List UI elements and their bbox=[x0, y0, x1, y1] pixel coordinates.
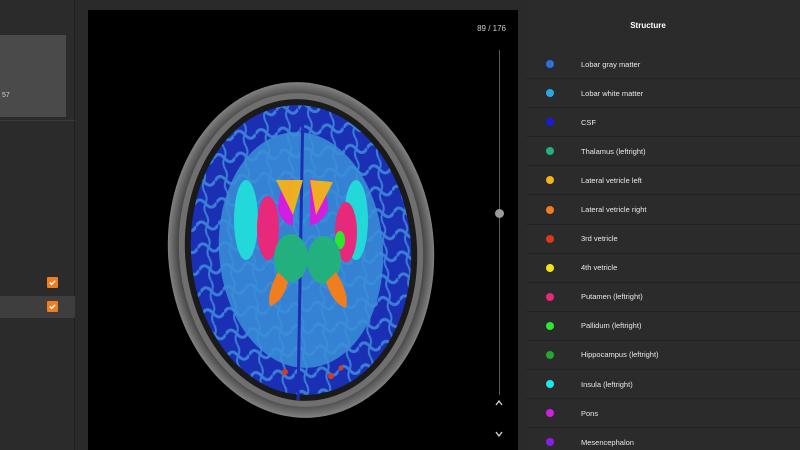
segmentation-viewer-app: 57 89 / 176 Structure Lobar gray matter … bbox=[0, 0, 800, 450]
structure-label: Thalamus (leftright) bbox=[581, 146, 646, 156]
study-card[interactable] bbox=[0, 35, 66, 117]
layer-checkbox-1[interactable] bbox=[47, 277, 58, 288]
structure-row-3rd-ventricle[interactable]: 3rd vetricle bbox=[526, 225, 800, 254]
slice-up-button[interactable] bbox=[492, 396, 506, 410]
structure-label: Lateral vetricle right bbox=[581, 205, 647, 215]
structure-color-dot bbox=[546, 438, 554, 447]
structure-row-pallidum[interactable]: Pallidum (leftright) bbox=[526, 312, 800, 341]
panel-gap bbox=[75, 0, 88, 450]
chevron-down-icon bbox=[495, 431, 503, 438]
structure-color-dot bbox=[546, 89, 554, 98]
structure-color-dot bbox=[546, 350, 554, 359]
study-card-value: 57 bbox=[2, 92, 10, 99]
layer-checkbox-2[interactable] bbox=[47, 301, 58, 312]
structure-label: Insula (leftright) bbox=[581, 379, 633, 389]
structure-row-hippocampus[interactable]: Hippocampus (leftright) bbox=[526, 341, 800, 371]
structure-label: Hippocampus (leftright) bbox=[581, 350, 659, 360]
brain-mri-image bbox=[167, 82, 435, 418]
left-divider bbox=[0, 120, 75, 121]
structure-color-dot bbox=[546, 234, 554, 243]
check-icon bbox=[49, 280, 56, 286]
structure-label: 4th vetricle bbox=[581, 263, 618, 273]
structure-row-thalamus[interactable]: Thalamus (leftright) bbox=[526, 137, 800, 167]
structure-color-dot bbox=[546, 176, 554, 185]
structure-label: Pons bbox=[581, 408, 599, 418]
structure-legend-panel: Structure Lobar gray matter Lobar white … bbox=[526, 0, 800, 450]
structure-row-csf[interactable]: CSF bbox=[526, 108, 800, 138]
structure-row-lateral-ventricle-right[interactable]: Lateral vetricle right bbox=[526, 195, 800, 225]
layer-row-2[interactable] bbox=[0, 296, 75, 318]
structure-row-lobar-white-matter[interactable]: Lobar white matter bbox=[526, 79, 800, 109]
slice-slider-thumb[interactable] bbox=[495, 209, 504, 218]
structure-color-dot bbox=[546, 118, 554, 127]
slice-down-button[interactable] bbox=[492, 427, 506, 441]
structure-label: Putamen (leftright) bbox=[581, 292, 643, 302]
structure-color-dot bbox=[546, 292, 554, 301]
chevron-up-icon bbox=[495, 399, 503, 406]
structure-label: Mesencephalon bbox=[581, 437, 634, 447]
structure-label: Lobar white matter bbox=[581, 88, 644, 98]
structure-label: Lateral vetricle left bbox=[581, 175, 642, 185]
structure-row-lobar-gray-matter[interactable]: Lobar gray matter bbox=[526, 50, 800, 80]
layer-row-1[interactable] bbox=[0, 272, 75, 294]
structure-label: Pallidum (leftright) bbox=[581, 321, 642, 331]
mri-viewport[interactable]: 89 / 176 bbox=[88, 10, 518, 450]
structure-row-4th-ventricle[interactable]: 4th vetricle bbox=[526, 254, 800, 283]
structure-row-lateral-ventricle-left[interactable]: Lateral vetricle left bbox=[526, 166, 800, 196]
structure-row-mesencephalon[interactable]: Mesencephalon bbox=[526, 428, 800, 450]
structure-label: Lobar gray matter bbox=[581, 59, 641, 69]
structure-color-dot bbox=[546, 380, 554, 389]
structure-color-dot bbox=[546, 321, 554, 330]
structure-header: Structure bbox=[630, 20, 666, 30]
structure-color-dot bbox=[546, 263, 554, 272]
check-icon bbox=[49, 304, 56, 310]
structure-color-dot bbox=[546, 60, 554, 69]
structure-row-putamen[interactable]: Putamen (leftright) bbox=[526, 283, 800, 312]
structure-color-dot bbox=[546, 205, 554, 214]
structure-label: CSF bbox=[581, 117, 596, 127]
slice-slider-track[interactable] bbox=[499, 50, 500, 395]
structure-label: 3rd vetricle bbox=[581, 234, 618, 244]
structure-row-insula[interactable]: Insula (leftright) bbox=[526, 370, 800, 400]
structure-color-dot bbox=[546, 409, 554, 418]
structure-color-dot bbox=[546, 147, 554, 156]
slice-counter: 89 / 176 bbox=[477, 24, 506, 33]
structure-list: Lobar gray matter Lobar white matter CSF… bbox=[526, 50, 800, 450]
structure-row-pons[interactable]: Pons bbox=[526, 399, 800, 429]
left-panel: 57 bbox=[0, 0, 75, 450]
